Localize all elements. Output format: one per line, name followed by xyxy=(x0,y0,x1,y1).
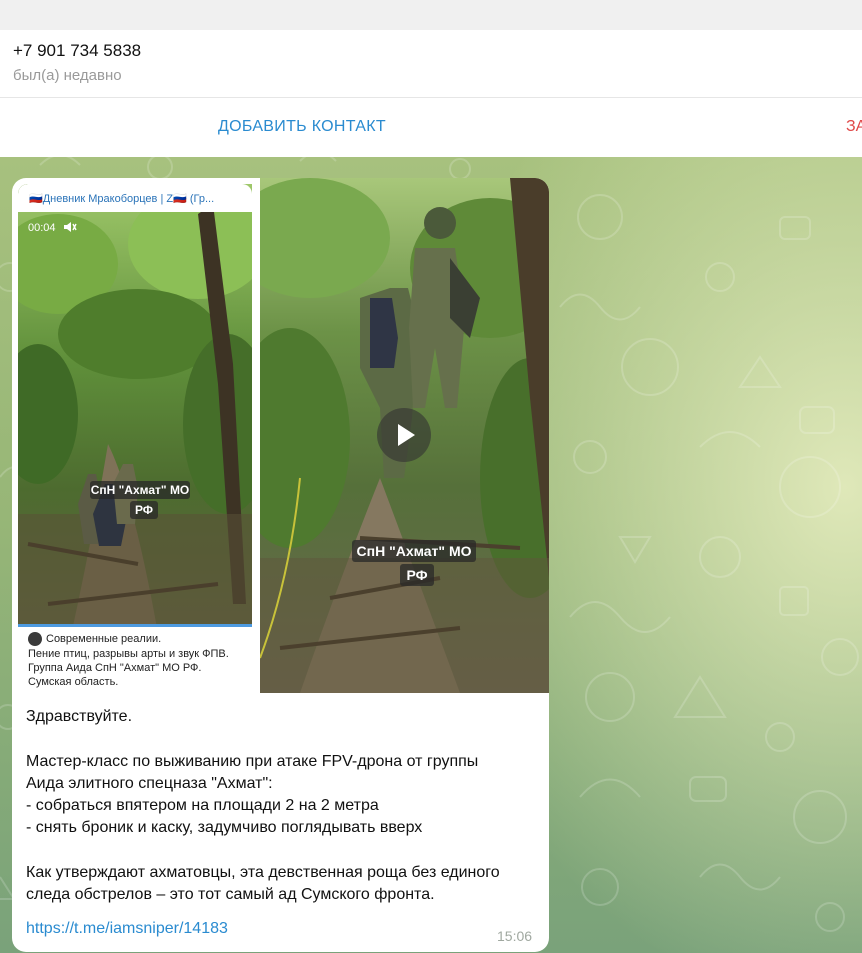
forest-video-frame-left xyxy=(18,184,252,693)
play-button[interactable] xyxy=(377,408,431,462)
video-timer: 00:04 xyxy=(28,222,56,234)
video-player[interactable]: СпН "Ахмат" МО РФ xyxy=(260,178,549,693)
contact-status: был(а) недавно xyxy=(13,67,122,84)
caption-line: Пение птиц, разрывы арты и звук ФПВ. xyxy=(28,648,229,660)
add-contact-button[interactable]: ДОБАВИТЬ КОНТАКТ xyxy=(218,118,386,136)
block-contact-button[interactable]: ЗА xyxy=(846,118,862,136)
repost-caption: Современные реалии. Пение птиц, разрывы … xyxy=(18,627,252,693)
message-text-line: Аида элитного спецназа "Ахмат": xyxy=(26,775,273,792)
message-text-line: - снять броник и каску, задумчиво погляд… xyxy=(26,819,423,836)
contact-phone: +7 901 734 5838 xyxy=(13,41,142,60)
message-time: 15:06 xyxy=(497,928,533,944)
message-bubble[interactable]: 🇷🇺Дневник Мракоборцев | Z🇷🇺 (Гр... 00:04… xyxy=(12,178,549,952)
caption-channel: Современные реалии. xyxy=(46,633,162,645)
play-icon xyxy=(398,424,415,446)
video-watermark-line2: РФ xyxy=(130,501,158,519)
reposted-video[interactable]: 🇷🇺Дневник Мракоборцев | Z🇷🇺 (Гр... 00:04… xyxy=(18,184,252,693)
top-strip xyxy=(0,0,862,30)
message-text-line: Мастер-класс по выживанию при атаке FPV-… xyxy=(26,753,479,770)
message-text-line: Как утверждают ахматовцы, эта девственна… xyxy=(26,864,500,881)
caption-line: Сумская область. xyxy=(28,676,119,688)
video-watermark-line2: РФ xyxy=(400,564,434,586)
contact-header[interactable]: +7 901 734 5838 был(а) недавно xyxy=(0,30,862,98)
video-watermark-line1: СпН "Ахмат" МО xyxy=(352,540,476,562)
video-watermark-line1: СпН "Ахмат" МО xyxy=(90,481,190,499)
caption-line: Группа Аида СпН "Ахмат" МО РФ. xyxy=(28,662,202,674)
message-text-line: Здравствуйте. xyxy=(26,708,133,725)
repost-header[interactable]: 🇷🇺Дневник Мракоборцев | Z🇷🇺 (Гр... xyxy=(18,184,252,212)
message-text-line: следа обстрелов – это тот самый ад Сумск… xyxy=(26,886,435,903)
volume-icon[interactable] xyxy=(63,221,77,233)
contact-action-bar: ДОБАВИТЬ КОНТАКТ ЗА xyxy=(0,98,862,157)
message-text-line: - собраться впятером на площади 2 на 2 м… xyxy=(26,797,379,814)
message-link[interactable]: https://t.me/iamsniper/14183 xyxy=(26,920,228,938)
repost-channel-name[interactable]: 🇷🇺Дневник Мракоборцев | Z🇷🇺 (Гр... xyxy=(29,192,214,205)
chat-area[interactable]: 🇷🇺Дневник Мракоборцев | Z🇷🇺 (Гр... 00:04… xyxy=(0,157,862,953)
channel-avatar-icon xyxy=(28,632,42,646)
